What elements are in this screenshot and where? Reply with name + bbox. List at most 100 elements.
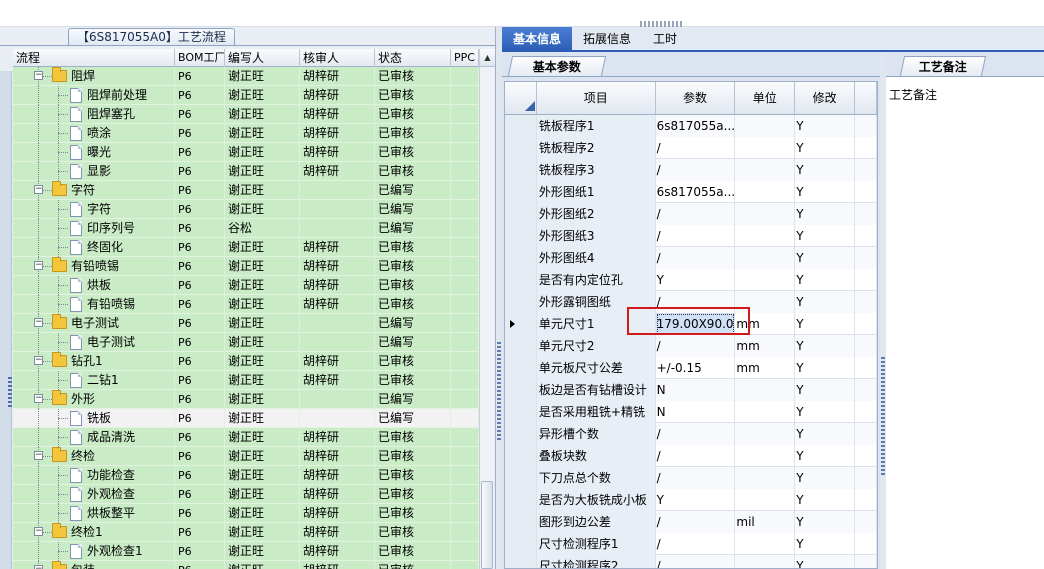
unit-cell[interactable] bbox=[735, 555, 796, 568]
param-cell[interactable]: N bbox=[655, 379, 736, 401]
modify-cell[interactable]: Y bbox=[795, 467, 856, 489]
flow-name-cell[interactable]: 字符 bbox=[13, 200, 175, 219]
ppc-cell[interactable] bbox=[451, 485, 479, 504]
author-cell[interactable]: 谢正旺 bbox=[225, 295, 300, 314]
flow-name-cell[interactable]: 有铅喷锡 bbox=[13, 295, 175, 314]
item-cell[interactable]: 是否采用粗铣+精铣 bbox=[536, 401, 656, 423]
table-row[interactable]: 字符 P6 谢正旺 已编写 bbox=[13, 200, 479, 219]
subtab-process-remarks[interactable]: 工艺备注 bbox=[899, 56, 987, 76]
bom-cell[interactable]: P6 bbox=[175, 523, 225, 542]
col-header-status[interactable]: 状态 bbox=[375, 49, 451, 67]
table-row[interactable]: 阻焊塞孔 P6 谢正旺 胡梓研 已审核 bbox=[13, 105, 479, 124]
table-row[interactable]: − 电子测试 P6 谢正旺 已编写 bbox=[13, 314, 479, 333]
ppc-cell[interactable] bbox=[451, 124, 479, 143]
table-row[interactable]: 二钻1 P6 谢正旺 胡梓研 已审核 bbox=[13, 371, 479, 390]
row-indicator[interactable] bbox=[505, 225, 537, 247]
status-cell[interactable]: 已审核 bbox=[375, 371, 451, 390]
item-cell[interactable]: 单元尺寸1 bbox=[536, 313, 656, 335]
vertical-scrollbar[interactable]: ▲ bbox=[479, 49, 495, 569]
author-cell[interactable]: 谢正旺 bbox=[225, 561, 300, 569]
table-row[interactable]: 印序列号 P6 谷松 已编写 bbox=[13, 219, 479, 238]
reviewer-cell[interactable]: 胡梓研 bbox=[300, 276, 375, 295]
ppc-cell[interactable] bbox=[451, 257, 479, 276]
ppc-cell[interactable] bbox=[451, 86, 479, 105]
table-row[interactable]: 下刀点总个数 / Y bbox=[505, 467, 877, 489]
collapse-toggle-icon[interactable]: − bbox=[34, 394, 43, 403]
item-cell[interactable]: 单元尺寸2 bbox=[536, 335, 656, 357]
collapse-toggle-icon[interactable]: − bbox=[34, 356, 43, 365]
table-row[interactable]: 尺寸检测程序2/ Y bbox=[505, 555, 877, 568]
collapse-toggle-icon[interactable]: − bbox=[34, 565, 43, 569]
bom-cell[interactable]: P6 bbox=[175, 124, 225, 143]
author-cell[interactable]: 谢正旺 bbox=[225, 428, 300, 447]
ppc-cell[interactable] bbox=[451, 561, 479, 569]
bom-cell[interactable]: P6 bbox=[175, 333, 225, 352]
row-indicator[interactable] bbox=[505, 159, 537, 181]
flow-name-cell[interactable]: 曝光 bbox=[13, 143, 175, 162]
reviewer-cell[interactable]: 胡梓研 bbox=[300, 485, 375, 504]
status-cell[interactable]: 已审核 bbox=[375, 561, 451, 569]
row-indicator[interactable] bbox=[505, 313, 537, 335]
unit-cell[interactable] bbox=[735, 533, 796, 555]
item-cell[interactable]: 外形图纸4 bbox=[536, 247, 656, 269]
ppc-cell[interactable] bbox=[451, 162, 479, 181]
bom-cell[interactable]: P6 bbox=[175, 257, 225, 276]
flow-name-cell[interactable]: 功能检查 bbox=[13, 466, 175, 485]
param-cell[interactable]: / bbox=[656, 445, 736, 467]
row-indicator[interactable] bbox=[505, 423, 537, 445]
status-cell[interactable]: 已审核 bbox=[375, 86, 451, 105]
bom-cell[interactable]: P6 bbox=[175, 67, 225, 86]
flow-name-cell[interactable]: 外观检查 bbox=[13, 485, 175, 504]
item-cell[interactable]: 是否有内定位孔 bbox=[536, 269, 656, 291]
ppc-cell[interactable] bbox=[451, 390, 479, 409]
unit-cell[interactable] bbox=[735, 137, 796, 159]
flow-name-cell[interactable]: 印序列号 bbox=[13, 219, 175, 238]
param-cell[interactable]: / bbox=[655, 291, 736, 313]
table-row[interactable]: 是否采用粗铣+精铣 N Y bbox=[505, 401, 877, 423]
param-cell[interactable]: Y bbox=[656, 489, 736, 511]
modify-cell[interactable]: Y bbox=[795, 291, 856, 313]
item-cell[interactable]: 下刀点总个数 bbox=[536, 467, 656, 489]
author-cell[interactable]: 谢正旺 bbox=[225, 257, 300, 276]
table-row[interactable]: 板边是否有钻槽设计 N Y bbox=[505, 379, 877, 401]
grip-handle-icon[interactable] bbox=[8, 377, 12, 407]
table-row[interactable]: 外形图纸1 6s817055a... Y bbox=[505, 181, 877, 203]
bom-cell[interactable]: P6 bbox=[175, 390, 225, 409]
table-row[interactable]: 铣板程序1 6s817055a... Y bbox=[505, 115, 877, 137]
flow-name-cell[interactable]: 阻焊前处理 bbox=[13, 86, 175, 105]
item-cell[interactable]: 异形槽个数 bbox=[536, 423, 656, 445]
table-row[interactable]: 阻焊前处理 P6 谢正旺 胡梓研 已审核 bbox=[13, 86, 479, 105]
table-row[interactable]: 喷涂 P6 谢正旺 胡梓研 已审核 bbox=[13, 124, 479, 143]
reviewer-cell[interactable] bbox=[300, 390, 375, 409]
reviewer-cell[interactable]: 胡梓研 bbox=[300, 238, 375, 257]
table-row[interactable]: 成品清洗 P6 谢正旺 胡梓研 已审核 bbox=[13, 428, 479, 447]
reviewer-cell[interactable] bbox=[300, 314, 375, 333]
row-indicator[interactable] bbox=[505, 533, 537, 555]
flow-name-cell[interactable]: 阻焊塞孔 bbox=[13, 105, 175, 124]
author-cell[interactable]: 谷松 bbox=[225, 219, 300, 238]
reviewer-cell[interactable] bbox=[300, 333, 375, 352]
table-row[interactable]: 烘板整平 P6 谢正旺 胡梓研 已审核 bbox=[13, 504, 479, 523]
modify-cell[interactable]: Y bbox=[795, 379, 856, 401]
param-cell[interactable]: / bbox=[655, 555, 736, 568]
author-cell[interactable]: 谢正旺 bbox=[225, 504, 300, 523]
table-row[interactable]: 是否为大板铣成小板 Y Y bbox=[505, 489, 877, 511]
status-cell[interactable]: 已审核 bbox=[375, 295, 451, 314]
status-cell[interactable]: 已审核 bbox=[375, 143, 451, 162]
scrollbar-thumb[interactable] bbox=[481, 481, 493, 569]
ppc-cell[interactable] bbox=[451, 105, 479, 124]
unit-cell[interactable]: mil bbox=[735, 511, 796, 533]
unit-cell[interactable]: mm bbox=[735, 335, 796, 357]
flow-name-cell[interactable]: − 外形 bbox=[13, 390, 175, 409]
flow-name-cell[interactable]: 烘板 bbox=[13, 276, 175, 295]
splitter-grip-icon[interactable] bbox=[497, 342, 501, 442]
row-indicator[interactable] bbox=[505, 181, 537, 203]
author-cell[interactable]: 谢正旺 bbox=[225, 485, 300, 504]
status-cell[interactable]: 已编写 bbox=[375, 219, 451, 238]
ppc-cell[interactable] bbox=[451, 314, 479, 333]
modify-cell[interactable]: Y bbox=[795, 533, 856, 555]
unit-cell[interactable] bbox=[735, 467, 796, 489]
status-cell[interactable]: 已审核 bbox=[375, 485, 451, 504]
status-cell[interactable]: 已审核 bbox=[375, 523, 451, 542]
author-cell[interactable]: 谢正旺 bbox=[225, 181, 300, 200]
